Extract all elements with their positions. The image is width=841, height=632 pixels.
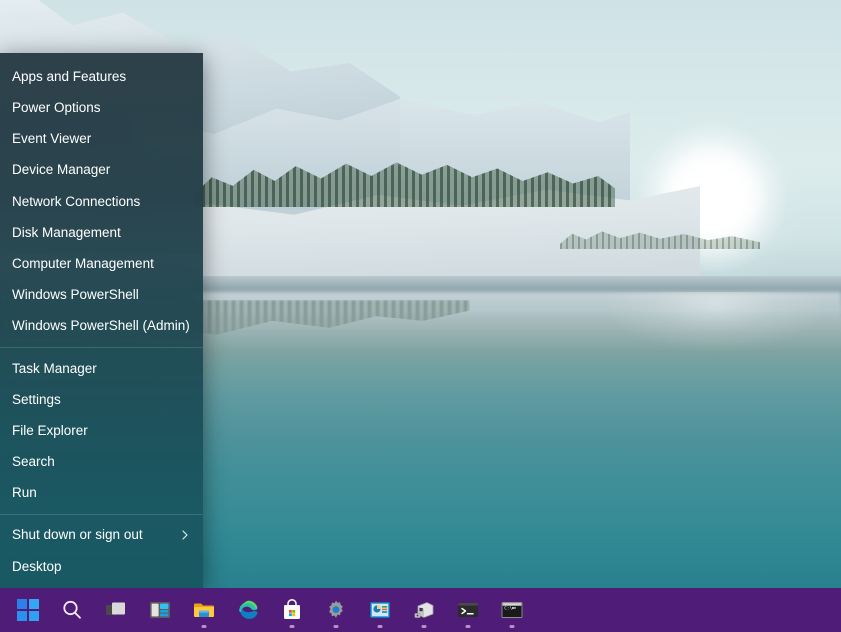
running-indicator [334, 625, 339, 628]
widgets-icon [148, 598, 172, 622]
menu-separator-2 [0, 514, 203, 515]
device-manager-button[interactable] [402, 590, 446, 630]
device-icon [412, 598, 436, 622]
menu-item-label: Power Options [12, 101, 191, 115]
menu-item-label: Task Manager [12, 362, 191, 376]
command-prompt-button[interactable]: C:\> [490, 590, 534, 630]
running-indicator [290, 625, 295, 628]
widgets-button[interactable] [138, 590, 182, 630]
running-indicator [378, 625, 383, 628]
menu-item-settings[interactable]: Settings [0, 384, 203, 415]
running-indicator [202, 625, 207, 628]
menu-item-label: Event Viewer [12, 132, 191, 146]
command-prompt-icon: C:\> [500, 598, 524, 622]
menu-item-label: Apps and Features [12, 70, 191, 84]
menu-item-label: Shut down or sign out [12, 528, 179, 542]
running-indicator [510, 625, 515, 628]
menu-item-label: Windows PowerShell [12, 288, 191, 302]
start-button[interactable] [6, 590, 50, 630]
folder-icon [192, 598, 216, 622]
task-view-icon [104, 598, 128, 622]
menu-item-network-connections[interactable]: Network Connections [0, 186, 203, 217]
microsoft-edge-button[interactable] [226, 590, 270, 630]
svg-text:C:\>: C:\> [504, 606, 515, 612]
running-indicator [422, 625, 427, 628]
menu-separator-1 [0, 347, 203, 348]
menu-item-label: Network Connections [12, 195, 191, 209]
control-panel-button[interactable] [358, 590, 402, 630]
gear-icon [324, 598, 348, 622]
menu-item-label: Disk Management [12, 226, 191, 240]
menu-item-label: Run [12, 486, 191, 500]
task-view-button[interactable] [94, 590, 138, 630]
menu-item-apps-and-features[interactable]: Apps and Features [0, 61, 203, 92]
settings-button[interactable] [314, 590, 358, 630]
menu-item-disk-management[interactable]: Disk Management [0, 217, 203, 248]
menu-item-file-explorer[interactable]: File Explorer [0, 415, 203, 446]
winx-quick-link-menu[interactable]: Apps and Features Power Options Event Vi… [0, 53, 203, 588]
store-bag-icon [280, 598, 304, 622]
menu-item-search[interactable]: Search [0, 446, 203, 477]
desktop[interactable]: Apps and Features Power Options Event Vi… [0, 0, 841, 632]
menu-item-label: Search [12, 455, 191, 469]
chevron-right-icon [179, 529, 191, 541]
windows-logo-icon [17, 599, 40, 622]
menu-item-desktop[interactable]: Desktop [0, 551, 203, 582]
menu-item-task-manager[interactable]: Task Manager [0, 353, 203, 384]
running-indicator [466, 625, 471, 628]
menu-item-shut-down-or-sign-out[interactable]: Shut down or sign out [0, 520, 203, 551]
edge-icon [236, 598, 260, 622]
menu-item-label: Windows PowerShell (Admin) [12, 319, 191, 333]
file-explorer-button[interactable] [182, 590, 226, 630]
microsoft-store-button[interactable] [270, 590, 314, 630]
search-button[interactable] [50, 590, 94, 630]
wallpaper-sun-reflection [600, 292, 830, 412]
windows-terminal-button[interactable] [446, 590, 490, 630]
search-icon [60, 598, 84, 622]
control-panel-icon [368, 598, 392, 622]
menu-item-label: File Explorer [12, 424, 191, 438]
menu-item-label: Settings [12, 393, 191, 407]
menu-item-run[interactable]: Run [0, 477, 203, 508]
menu-item-computer-management[interactable]: Computer Management [0, 248, 203, 279]
menu-item-label: Computer Management [12, 257, 191, 271]
menu-item-label: Device Manager [12, 163, 191, 177]
taskbar[interactable]: C:\> [0, 588, 841, 632]
menu-item-windows-powershell[interactable]: Windows PowerShell [0, 279, 203, 310]
menu-item-power-options[interactable]: Power Options [0, 92, 203, 123]
menu-item-windows-powershell-admin[interactable]: Windows PowerShell (Admin) [0, 311, 203, 342]
menu-item-label: Desktop [12, 560, 191, 574]
menu-item-event-viewer[interactable]: Event Viewer [0, 123, 203, 154]
menu-item-device-manager[interactable]: Device Manager [0, 155, 203, 186]
terminal-icon [456, 598, 480, 622]
